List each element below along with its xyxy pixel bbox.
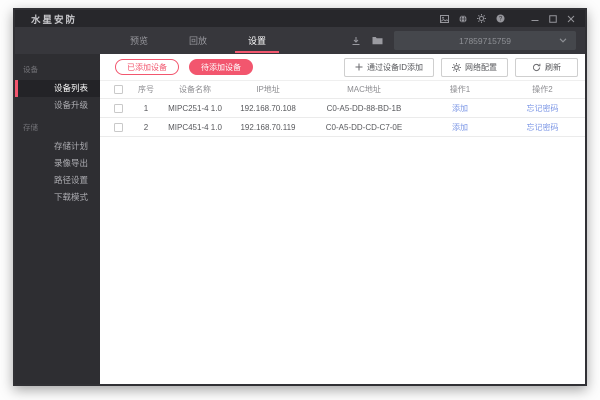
sidebar-item-video-export[interactable]: 录像导出 xyxy=(15,155,100,172)
app-window: 水星安防 ? 预览 回放 设置 17859715759 设备 设备列表 设备升级… xyxy=(13,8,587,386)
plus-icon xyxy=(355,63,363,71)
sidebar-item-device-list[interactable]: 设备列表 xyxy=(15,80,100,97)
account-dropdown[interactable]: 17859715759 xyxy=(394,31,576,50)
header-op2: 操作2 xyxy=(532,85,553,94)
folder-icon[interactable] xyxy=(372,36,383,45)
gear-icon xyxy=(452,62,461,72)
add-device-link[interactable]: 添加 xyxy=(420,122,500,133)
cell-mac: C0-A5-DD-CD-C7-0E xyxy=(325,122,403,132)
sidebar-item-path-settings[interactable]: 路径设置 xyxy=(15,172,100,189)
screenshot-icon[interactable] xyxy=(440,14,449,23)
select-all-checkbox[interactable] xyxy=(113,85,123,94)
titlebar: 水星安防 ? xyxy=(15,10,585,27)
cell-ip: 192.168.70.108 xyxy=(240,103,296,113)
header-name: 设备名称 xyxy=(179,85,211,94)
refresh-icon xyxy=(532,63,541,72)
download-icon[interactable] xyxy=(351,36,361,46)
table-row: 2 MIPC451-4 1.0 192.168.70.119 C0-A5-DD-… xyxy=(100,118,585,137)
header-no: 序号 xyxy=(138,85,154,94)
table-row: 1 MIPC251-4 1.0 192.168.70.108 C0-A5-DD-… xyxy=(100,99,585,118)
account-id: 17859715759 xyxy=(458,35,511,46)
refresh-button[interactable]: 刷新 xyxy=(515,57,578,77)
cell-no: 2 xyxy=(143,122,149,132)
add-device-link[interactable]: 添加 xyxy=(420,103,500,114)
cell-name: MIPC251-4 1.0 xyxy=(168,103,222,113)
sidebar-item-device-upgrade[interactable]: 设备升级 xyxy=(15,97,100,114)
forgot-password-link[interactable]: 忘记密码 xyxy=(500,103,585,114)
content-area: 已添加设备 待添加设备 通过设备ID添加 网络配置 刷新 序号 设备名称 IP地… xyxy=(100,54,585,384)
navbar: 预览 回放 设置 17859715759 xyxy=(15,27,585,54)
help-icon[interactable]: ? xyxy=(496,14,505,23)
cell-no: 1 xyxy=(143,103,149,113)
device-table: 序号 设备名称 IP地址 MAC地址 操作1 操作2 1 MIPC251-4 1… xyxy=(100,80,585,137)
pending-devices-filter[interactable]: 待添加设备 xyxy=(189,59,253,75)
network-config-button[interactable]: 网络配置 xyxy=(441,57,508,77)
forgot-password-link[interactable]: 忘记密码 xyxy=(500,122,585,133)
gear-icon[interactable] xyxy=(477,14,486,23)
cell-mac: C0-A5-DD-88-BD-1B xyxy=(326,103,402,113)
table-header-row: 序号 设备名称 IP地址 MAC地址 操作1 操作2 xyxy=(100,80,585,99)
maximize-button[interactable] xyxy=(549,14,557,23)
app-title: 水星安防 xyxy=(31,14,78,26)
tab-playback[interactable]: 回放 xyxy=(187,26,209,55)
cell-name: MIPC451-4 1.0 xyxy=(168,122,222,132)
refresh-label: 刷新 xyxy=(545,62,561,72)
sidebar-section-storage: 存储 xyxy=(23,123,38,132)
add-by-id-button[interactable]: 通过设备ID添加 xyxy=(344,57,434,77)
device-toolbar: 已添加设备 待添加设备 通过设备ID添加 网络配置 刷新 xyxy=(100,54,585,80)
added-devices-filter[interactable]: 已添加设备 xyxy=(115,59,179,75)
minimize-button[interactable] xyxy=(531,15,539,23)
nav-tabs: 预览 回放 设置 xyxy=(128,26,280,55)
row-checkbox[interactable] xyxy=(113,103,123,113)
chevron-down-icon xyxy=(559,38,567,43)
header-op1: 操作1 xyxy=(449,85,471,94)
sidebar-section-device: 设备 xyxy=(23,65,38,74)
network-config-label: 网络配置 xyxy=(465,62,497,72)
close-button[interactable] xyxy=(567,15,575,23)
sidebar-item-download-mode[interactable]: 下载模式 xyxy=(15,189,100,206)
add-by-id-label: 通过设备ID添加 xyxy=(367,62,423,72)
tab-settings[interactable]: 设置 xyxy=(235,26,280,55)
tab-preview[interactable]: 预览 xyxy=(128,26,150,55)
sidebar-item-storage-plan[interactable]: 存储计划 xyxy=(15,138,100,155)
globe-icon[interactable] xyxy=(459,14,467,23)
row-checkbox[interactable] xyxy=(113,122,123,132)
sidebar: 设备 设备列表 设备升级 存储 存储计划 录像导出 路径设置 下载模式 xyxy=(15,54,100,384)
cell-ip: 192.168.70.119 xyxy=(240,122,296,132)
header-mac: MAC地址 xyxy=(347,85,381,94)
header-ip: IP地址 xyxy=(256,85,280,94)
